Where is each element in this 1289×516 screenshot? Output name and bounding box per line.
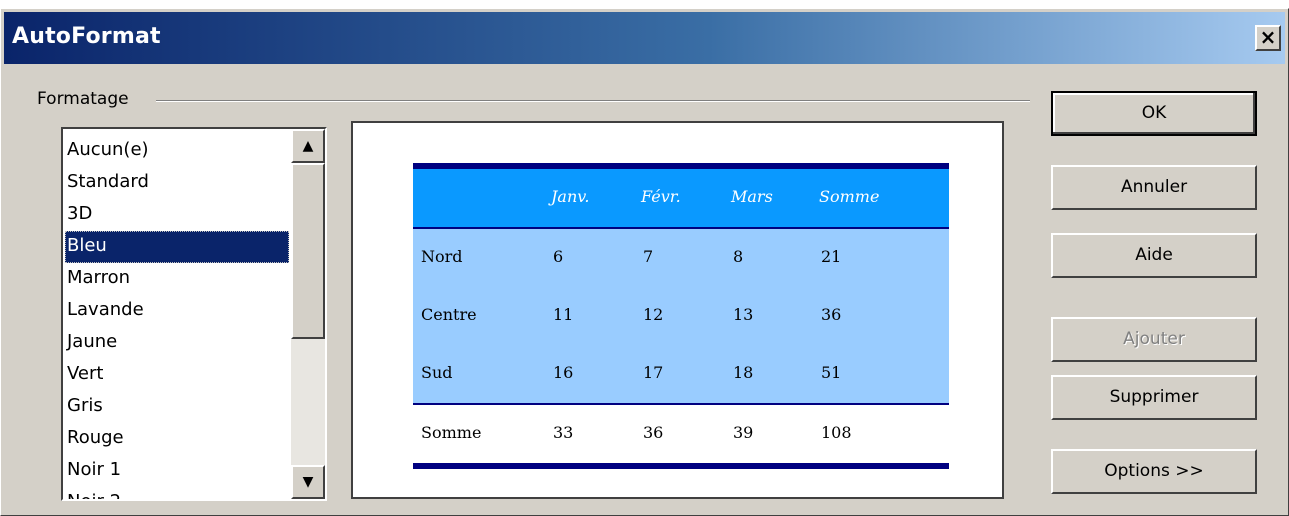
- preview-total-cell: 39: [733, 423, 754, 442]
- scroll-up-button[interactable]: ▲: [291, 129, 325, 163]
- preview-cell: 11: [553, 305, 574, 324]
- format-list-item[interactable]: Rouge: [65, 423, 289, 455]
- preview-cell: 7: [643, 247, 654, 266]
- list-scrollbar[interactable]: ▲ ▼: [291, 129, 325, 499]
- preview-header-row: Janv. Févr. Mars Somme: [413, 163, 949, 229]
- preview-header-cell: Févr.: [641, 187, 681, 206]
- preview-cell: 8: [733, 247, 744, 266]
- preview-header-cell: Somme: [819, 187, 880, 206]
- preview-cell: 12: [643, 305, 664, 324]
- preview-cell: 16: [553, 363, 574, 382]
- preview-cell: 18: [733, 363, 754, 382]
- format-list-item[interactable]: Gris: [65, 391, 289, 423]
- format-list-item[interactable]: Aucun(e): [65, 135, 289, 167]
- preview-total-row: Somme 33 36 39 108: [413, 403, 949, 469]
- format-list-item[interactable]: Marron: [65, 263, 289, 295]
- preview-cell: 51: [821, 363, 842, 382]
- preview-cell: 17: [643, 363, 664, 382]
- preview-header-cell: Mars: [731, 187, 773, 206]
- cancel-button[interactable]: Annuler: [1051, 165, 1257, 210]
- format-list-item[interactable]: Standard: [65, 167, 289, 199]
- format-list-item[interactable]: Bleu: [65, 231, 289, 263]
- help-button[interactable]: Aide: [1051, 233, 1257, 278]
- format-list-item[interactable]: Vert: [65, 359, 289, 391]
- preview-cell: Sud: [421, 363, 453, 382]
- preview-row: Nord 6 7 8 21: [413, 229, 949, 287]
- preview-cell: Centre: [421, 305, 477, 324]
- title-bar: AutoFormat ×: [4, 12, 1285, 64]
- preview-cell: 21: [821, 247, 842, 266]
- preview-total-cell: 33: [553, 423, 574, 442]
- format-list-item[interactable]: Jaune: [65, 327, 289, 359]
- close-button[interactable]: ×: [1255, 25, 1281, 51]
- autoformat-dialog: AutoFormat × Formatage Aucun(e) Standard 3…: [0, 8, 1289, 516]
- format-list: Aucun(e) Standard 3D Bleu Marron Lavande Jaune…: [65, 135, 289, 499]
- delete-button[interactable]: Supprimer: [1051, 375, 1257, 420]
- format-listbox[interactable]: Aucun(e) Standard 3D Bleu Marron Lavande Jaune…: [61, 127, 327, 501]
- preview-cell: 13: [733, 305, 754, 324]
- add-button[interactable]: Ajouter: [1051, 317, 1257, 362]
- options-button[interactable]: Options >>: [1051, 449, 1257, 494]
- preview-row: Sud 16 17 18 51: [413, 345, 949, 403]
- format-list-item[interactable]: Lavande: [65, 295, 289, 327]
- preview-total-cell: 36: [643, 423, 664, 442]
- preview-cell: Nord: [421, 247, 463, 266]
- formatting-group-label: Formatage: [37, 89, 135, 109]
- preview-total-cell: Somme: [421, 423, 482, 442]
- preview-cell: 6: [553, 247, 564, 266]
- preview-total-cell: 108: [821, 423, 852, 442]
- preview-cell: 36: [821, 305, 842, 324]
- group-divider: [156, 100, 1030, 102]
- ok-button[interactable]: OK: [1051, 91, 1257, 136]
- preview-header-cell: Janv.: [551, 187, 590, 206]
- preview-row: Centre 11 12 13 36: [413, 287, 949, 345]
- scroll-down-button[interactable]: ▼: [291, 465, 325, 499]
- preview-table: Janv. Févr. Mars Somme Nord 6 7 8 21 Cen…: [413, 163, 949, 469]
- format-list-item[interactable]: Noir 2: [65, 487, 289, 499]
- window-title: AutoFormat: [12, 24, 161, 49]
- format-list-item[interactable]: Noir 1: [65, 455, 289, 487]
- format-preview: Janv. Févr. Mars Somme Nord 6 7 8 21 Cen…: [351, 121, 1004, 499]
- format-list-item[interactable]: 3D: [65, 199, 289, 231]
- scroll-thumb[interactable]: [291, 163, 325, 339]
